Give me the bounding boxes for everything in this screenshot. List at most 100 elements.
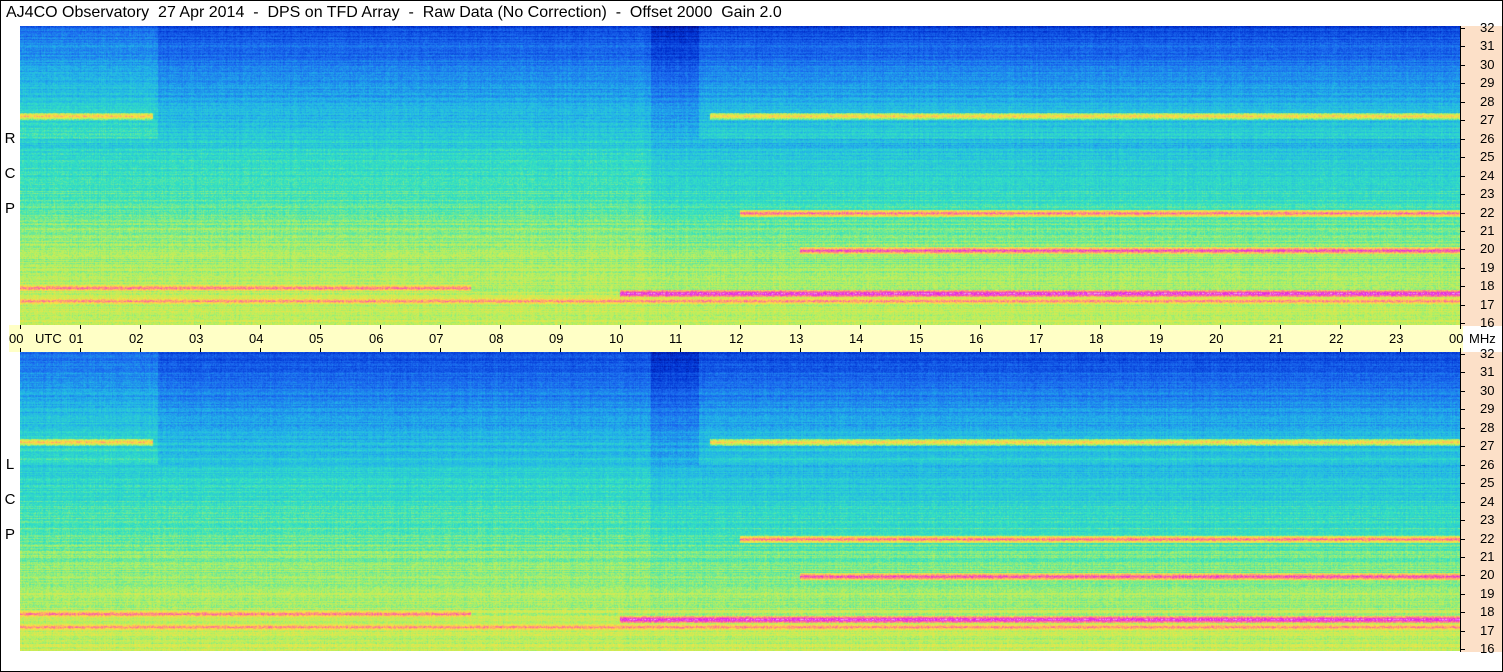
freq-tick-label: 18 xyxy=(1480,604,1495,620)
time-tick-label: 13 xyxy=(789,331,804,346)
time-tick-mark xyxy=(1220,325,1221,329)
freq-tick-label: 30 xyxy=(1480,56,1495,72)
lcp-label-l: L xyxy=(5,456,15,473)
time-tick-label: 18 xyxy=(1089,331,1104,346)
time-tick-mark xyxy=(620,348,621,352)
freq-tick-label: 22 xyxy=(1480,530,1495,546)
time-tick-label: 16 xyxy=(969,331,984,346)
freq-tick-label: 27 xyxy=(1480,112,1495,128)
freq-tick-mark xyxy=(1460,390,1465,392)
time-tick-mark xyxy=(380,348,381,352)
freq-tick-mark xyxy=(1460,194,1465,196)
time-tick-mark xyxy=(980,348,981,352)
time-tick-label: 14 xyxy=(849,331,864,346)
time-tick-label: 19 xyxy=(1149,331,1164,346)
lcp-label-c: C xyxy=(4,491,16,508)
time-tick-mark xyxy=(560,325,561,329)
freq-tick-label: 31 xyxy=(1480,364,1495,380)
time-tick-mark xyxy=(860,325,861,329)
time-tick-label: 21 xyxy=(1269,331,1284,346)
freq-tick-label: 17 xyxy=(1480,622,1495,638)
time-tick-label: 07 xyxy=(429,331,444,346)
time-tick-label: 05 xyxy=(309,331,324,346)
time-tick-mark xyxy=(1280,325,1281,329)
chart-title: AJ4CO Observatory 27 Apr 2014 - DPS on T… xyxy=(6,4,782,21)
time-tick-mark xyxy=(320,348,321,352)
time-tick-label: 11 xyxy=(669,331,683,346)
rcp-label-p: P xyxy=(4,200,15,217)
time-tick-mark xyxy=(620,325,621,329)
time-tick-label: 09 xyxy=(549,331,564,346)
time-tick-mark xyxy=(740,325,741,329)
time-tick-mark xyxy=(200,325,201,329)
time-tick-label: 03 xyxy=(189,331,204,346)
freq-tick-label: 26 xyxy=(1480,456,1495,472)
lcp-spectrogram-panel xyxy=(20,352,1460,651)
freq-tick-mark xyxy=(1460,464,1465,466)
freq-tick-mark xyxy=(1460,212,1465,214)
rcp-label-r: R xyxy=(4,130,16,147)
time-tick-mark xyxy=(920,325,921,329)
freq-tick-label: 32 xyxy=(1480,346,1495,361)
time-tick-label: 15 xyxy=(909,331,924,346)
time-tick-label: 00 xyxy=(1449,331,1464,346)
time-tick-mark xyxy=(740,348,741,352)
freq-tick-label: 25 xyxy=(1480,475,1495,491)
freq-tick-mark xyxy=(1460,520,1465,522)
freq-tick-mark xyxy=(1460,575,1465,577)
time-tick-mark xyxy=(1340,325,1341,329)
freq-tick-mark xyxy=(1460,120,1465,122)
freq-tick-mark xyxy=(1460,630,1465,632)
freq-tick-mark xyxy=(1460,649,1465,651)
freq-tick-mark xyxy=(1460,354,1465,355)
rcp-label-c: C xyxy=(4,165,16,182)
rcp-spectrogram-heatmap xyxy=(20,26,1460,325)
freq-tick-mark xyxy=(1460,304,1465,306)
lcp-label-p: P xyxy=(4,526,15,543)
freq-tick-label: 24 xyxy=(1480,167,1495,183)
utc-time-axis: 00 01 02 03 04 05 06 07 08 09 10 11 12 13 14 15 16 17 18 19… xyxy=(9,325,1496,352)
time-tick-mark xyxy=(140,348,141,352)
time-tick-mark xyxy=(1160,325,1161,329)
freq-tick-label: 22 xyxy=(1480,204,1495,220)
time-tick-mark xyxy=(500,325,501,329)
freq-tick-mark xyxy=(1460,249,1465,251)
time-tick-label: 02 xyxy=(129,331,144,346)
time-tick-mark xyxy=(440,325,441,329)
time-tick-mark xyxy=(1400,325,1401,329)
freq-tick-label: 29 xyxy=(1480,401,1495,417)
time-tick-mark xyxy=(260,325,261,329)
time-tick-mark xyxy=(1100,348,1101,352)
time-tick-mark xyxy=(1100,325,1101,329)
freq-tick-label: 29 xyxy=(1480,75,1495,91)
freq-tick-mark xyxy=(1460,28,1465,29)
time-tick-mark xyxy=(920,348,921,352)
freq-tick-label: 21 xyxy=(1480,548,1495,564)
freq-tick-label: 30 xyxy=(1480,382,1495,398)
freq-tick-mark xyxy=(1460,83,1465,85)
freq-tick-label: 24 xyxy=(1480,493,1495,509)
freq-tick-mark xyxy=(1460,175,1465,177)
freq-tick-label: 19 xyxy=(1480,259,1495,275)
time-tick-mark xyxy=(200,348,201,352)
time-tick-mark xyxy=(80,348,81,352)
freq-tick-label: 23 xyxy=(1480,512,1495,528)
freq-tick-label: 17 xyxy=(1480,296,1495,312)
time-tick-label: 22 xyxy=(1329,331,1344,346)
time-tick-mark xyxy=(560,348,561,352)
freq-tick-label: 23 xyxy=(1480,186,1495,202)
time-tick-mark xyxy=(980,325,981,329)
time-tick-mark xyxy=(20,325,21,329)
freq-tick-label: 18 xyxy=(1480,278,1495,294)
freq-tick-label: 26 xyxy=(1480,130,1495,146)
time-tick-mark xyxy=(1040,325,1041,329)
time-tick-label: 10 xyxy=(609,331,624,346)
freq-tick-label: 31 xyxy=(1480,38,1495,54)
time-tick-label: 17 xyxy=(1029,331,1044,346)
freq-tick-mark xyxy=(1460,157,1465,159)
time-tick-mark xyxy=(1340,348,1341,352)
time-tick-label: 23 xyxy=(1389,331,1404,346)
time-tick-mark xyxy=(1220,348,1221,352)
time-tick-label: 04 xyxy=(249,331,264,346)
freq-tick-label: 21 xyxy=(1480,222,1495,238)
